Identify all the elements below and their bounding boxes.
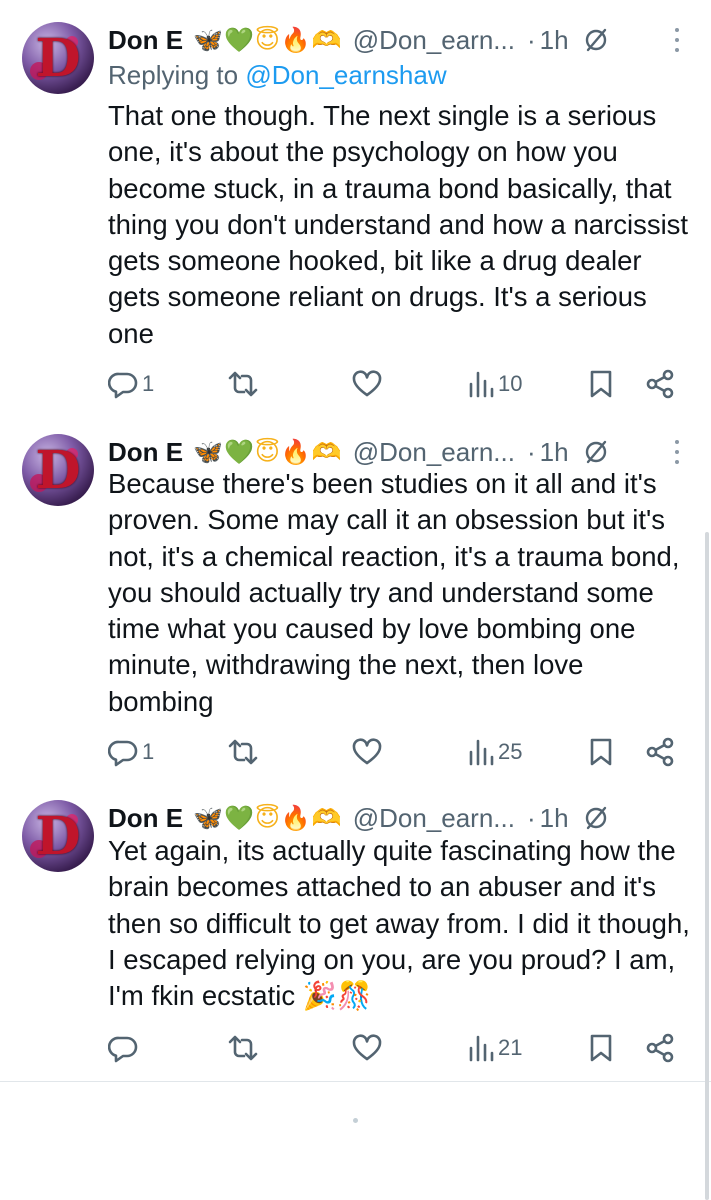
reply-icon — [108, 1036, 138, 1063]
action-bar: 1 10 — [108, 368, 688, 400]
bookmark-icon — [590, 1034, 612, 1062]
reply-icon — [108, 740, 138, 767]
scrollbar[interactable] — [705, 532, 709, 1200]
reply-button[interactable]: 1 — [108, 368, 154, 400]
loading-indicator — [353, 1118, 358, 1123]
share-icon — [646, 737, 674, 767]
like-button[interactable] — [352, 1032, 386, 1064]
views-icon — [469, 1035, 494, 1062]
avatar[interactable]: D — [22, 800, 94, 872]
bookmark-button[interactable] — [588, 368, 614, 400]
author-name[interactable]: Don E — [108, 25, 183, 56]
views-button[interactable]: 25 — [468, 736, 522, 768]
retweet-button[interactable] — [228, 1032, 262, 1064]
thread-divider — [0, 1081, 711, 1082]
heart-icon — [352, 1034, 382, 1061]
retweet-button[interactable] — [228, 736, 262, 768]
heart-icon — [352, 738, 382, 765]
author-emojis: 🦋💚😇🔥🫶 — [193, 438, 343, 466]
timestamp[interactable]: 1h — [540, 437, 569, 468]
bookmark-button[interactable] — [588, 736, 614, 768]
grok-icon[interactable] — [583, 27, 609, 53]
author-handle[interactable]: @Don_earn... — [353, 25, 515, 56]
view-count: 25 — [498, 739, 523, 764]
reply-button[interactable]: 1 — [108, 736, 154, 768]
bookmark-icon — [590, 738, 612, 766]
bookmark-icon — [590, 370, 612, 398]
like-button[interactable] — [352, 736, 386, 768]
views-button[interactable]: 21 — [468, 1032, 522, 1064]
more-icon[interactable] — [674, 28, 680, 52]
author-name[interactable]: Don E — [108, 437, 183, 468]
retweet-button[interactable] — [228, 368, 262, 400]
views-button[interactable]: 10 — [468, 368, 522, 400]
avatar[interactable]: D — [22, 22, 94, 94]
avatar[interactable]: D — [22, 434, 94, 506]
separator-dot: · — [526, 802, 536, 833]
author-emojis: 🦋💚😇🔥🫶 — [193, 804, 343, 832]
reply-count: 1 — [142, 371, 155, 396]
reply-count: 1 — [142, 739, 155, 764]
tweet-header: Don E 🦋💚😇🔥🫶 @Don_earn... · 1h — [108, 798, 688, 838]
action-bar: 21 — [108, 1032, 688, 1064]
timestamp[interactable]: 1h — [540, 803, 569, 834]
views-icon — [469, 371, 494, 398]
action-bar: 1 25 — [108, 736, 688, 768]
author-handle[interactable]: @Don_earn... — [353, 437, 515, 468]
replying-to: Replying to @Don_earnshaw — [108, 60, 447, 90]
grok-icon[interactable] — [583, 805, 609, 831]
view-count: 21 — [498, 1035, 523, 1060]
replying-to-link[interactable]: @Don_earnshaw — [245, 60, 446, 90]
separator-dot: · — [526, 24, 536, 55]
view-count: 10 — [498, 371, 523, 396]
retweet-icon — [228, 739, 258, 765]
share-button[interactable] — [645, 1032, 675, 1064]
heart-icon — [352, 370, 382, 397]
tweet-text: That one though. The next single is a se… — [108, 100, 689, 349]
grok-icon[interactable] — [583, 439, 609, 465]
reply-icon — [108, 372, 138, 399]
bookmark-button[interactable] — [588, 1032, 614, 1064]
tweet-header: Don E 🦋💚😇🔥🫶 @Don_earn... · 1h — [108, 20, 688, 60]
retweet-icon — [228, 371, 258, 397]
reply-button[interactable] — [108, 1032, 142, 1064]
share-button[interactable] — [645, 736, 675, 768]
author-emojis: 🦋💚😇🔥🫶 — [193, 26, 343, 54]
author-name[interactable]: Don E — [108, 803, 183, 834]
share-icon — [646, 369, 674, 399]
share-button[interactable] — [645, 368, 675, 400]
share-icon — [646, 1033, 674, 1063]
more-icon[interactable] — [674, 440, 680, 464]
timestamp[interactable]: 1h — [540, 25, 569, 56]
tweet-text: Because there's been studies on it all a… — [108, 468, 680, 717]
retweet-icon — [228, 1035, 258, 1061]
separator-dot: · — [526, 436, 536, 467]
author-handle[interactable]: @Don_earn... — [353, 803, 515, 834]
views-icon — [469, 739, 494, 766]
like-button[interactable] — [352, 368, 386, 400]
tweet-text: Yet again, its actually quite fascinatin… — [108, 835, 690, 1012]
